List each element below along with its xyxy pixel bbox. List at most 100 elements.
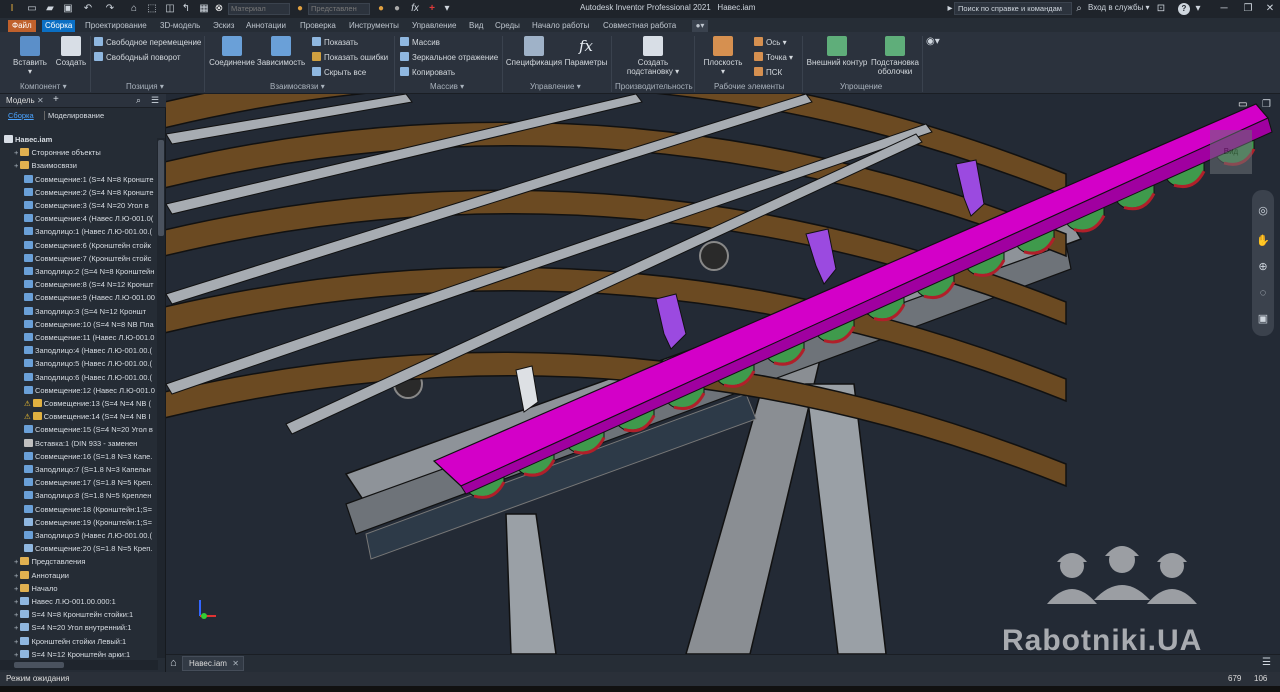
browser-node[interactable]: Совмещение:12 (Навес Л.Ю-001.0 <box>0 384 158 397</box>
browser-node[interactable]: Совмещение:18 (Кронштейн:1;S= <box>0 503 158 516</box>
tab-design[interactable]: Проектирование <box>85 20 147 32</box>
tab-assemble[interactable]: Сборка <box>42 20 76 32</box>
signin-button[interactable]: Вход в службы ▾ <box>1088 3 1150 12</box>
browser-scroll-thumb[interactable] <box>158 140 164 236</box>
tab-environments[interactable]: Среды <box>495 20 520 32</box>
plane-button[interactable]: Плоскость ▾ <box>700 36 746 76</box>
home-tab-icon[interactable]: ⌂ <box>170 657 177 669</box>
browser-node[interactable]: ⚠ Совмещение:13 (S=4 N=4 NB ( <box>0 397 158 410</box>
group-relationships[interactable]: Взаимосвязи ▾ <box>270 82 325 91</box>
ribbon-options-icon[interactable]: ◉▾ <box>926 36 940 48</box>
document-tab-close-icon[interactable]: ✕ <box>232 657 239 670</box>
hide-all-button[interactable]: Скрыть все <box>312 67 366 78</box>
save-icon[interactable]: ▣ <box>62 3 74 15</box>
minimize-icon[interactable]: ─ <box>1218 3 1230 15</box>
steering-wheel-icon[interactable]: ◎ <box>1254 202 1272 220</box>
group-work-features[interactable]: Рабочие элементы <box>714 82 785 91</box>
browser-node[interactable]: Совмещение:11 (Навес Л.Ю-001.0 <box>0 331 158 344</box>
browser-add-tab-button[interactable]: + <box>53 94 59 105</box>
joint-button[interactable]: Соединение <box>208 36 256 67</box>
tab-view[interactable]: Вид <box>469 20 483 32</box>
tile-windows-icon[interactable]: ☰ <box>1262 657 1271 668</box>
browser-node[interactable]: Вставка:1 (DIN 933 - заменен <box>0 437 158 450</box>
browser-node[interactable]: + Представления <box>0 555 158 568</box>
group-component[interactable]: Компонент ▾ <box>20 82 67 91</box>
tab-sketch[interactable]: Эскиз <box>213 20 234 32</box>
tab-get-started[interactable]: Начало работы <box>532 20 589 32</box>
new-file-icon[interactable]: ▭ <box>26 3 38 15</box>
tab-manage[interactable]: Управление <box>412 20 456 32</box>
browser-hscrollbar[interactable] <box>0 660 158 670</box>
view-cube[interactable]: Вид <box>1210 130 1252 174</box>
group-productivity[interactable]: Производительность <box>615 82 693 91</box>
browser-node[interactable]: Совмещение:3 (S=4 N=20 Угол в <box>0 199 158 212</box>
pan-icon[interactable]: ✋ <box>1254 232 1272 250</box>
fx-icon[interactable]: fx <box>409 3 421 15</box>
browser-node[interactable]: Заподлицо:4 (Навес Л.Ю-001.00.( <box>0 344 158 357</box>
browser-node[interactable]: Заподлицо:9 (Навес Л.Ю-001.00.( <box>0 529 158 542</box>
tab-annotate[interactable]: Аннотации <box>246 20 286 32</box>
browser-node[interactable]: ⚠ Совмещение:14 (S=4 N=4 NB I <box>0 410 158 423</box>
tab-collaborate[interactable]: Совместная работа <box>603 20 676 32</box>
look-at-icon[interactable]: ▣ <box>1254 310 1272 328</box>
return-icon[interactable]: ↰ <box>180 3 192 15</box>
browser-node[interactable]: Совмещение:16 (S=1.8 N=3 Капе. <box>0 450 158 463</box>
help-search-input[interactable]: Поиск по справке и командам <box>954 2 1072 15</box>
insert-button[interactable]: Вставить ▾ <box>10 36 50 76</box>
tab-3d-model[interactable]: 3D-модель <box>160 20 200 32</box>
browser-node[interactable]: Совмещение:20 (S=1.8 N=5 Креп. <box>0 542 158 555</box>
tab-tools[interactable]: Инструменты <box>349 20 399 32</box>
axis-button[interactable]: Ось ▾ <box>754 37 787 48</box>
browser-node[interactable]: Совмещение:10 (S=4 N=8 NB Пла <box>0 318 158 331</box>
browser-node[interactable]: + S=4 N=20 Угол внутренний:1 <box>0 621 158 634</box>
browser-node[interactable]: + S=4 N=12 Кронштейн арки:1 <box>0 648 158 661</box>
browser-node[interactable]: Совмещение:8 (S=4 N=12 Кроншт <box>0 278 158 291</box>
document-tab[interactable]: Навес.iam ✕ <box>182 656 244 671</box>
subtab-assembly[interactable]: Сборка <box>8 111 34 120</box>
browser-node[interactable]: + Кронштейн стойки Левый:1 <box>0 635 158 648</box>
pattern-button[interactable]: Массив <box>400 37 440 48</box>
browser-node[interactable]: + Сторонние объекты <box>0 146 158 159</box>
free-rotate-button[interactable]: Свободный поворот <box>94 52 181 63</box>
browser-node[interactable]: + Навес Л.Ю-001.00.000:1 <box>0 595 158 608</box>
group-position[interactable]: Позиция ▾ <box>126 82 164 91</box>
browser-node[interactable]: Совмещение:6 (Кронштейн стойк <box>0 239 158 252</box>
show-button[interactable]: Показать <box>312 37 358 48</box>
qat-menu-icon[interactable]: ▾ <box>441 3 453 15</box>
browser-node[interactable]: + S=4 N=8 Кронштейн стойки:1 <box>0 608 158 621</box>
browser-node[interactable]: Заподлицо:6 (Навес Л.Ю-001.00.( <box>0 371 158 384</box>
browser-node[interactable]: Совмещение:19 (Кронштейн:1;S= <box>0 516 158 529</box>
zoom-icon[interactable]: ⊕ <box>1254 258 1272 276</box>
group-pattern[interactable]: Массив ▾ <box>430 82 464 91</box>
material-dropdown[interactable]: Материал <box>228 3 290 15</box>
shrinkwrap-button[interactable]: Внешний контур <box>805 36 869 67</box>
tab-file[interactable]: Файл <box>8 20 36 32</box>
copy-button[interactable]: Копировать <box>400 67 455 78</box>
browser-node[interactable]: Заподлицо:5 (Навес Л.Ю-001.00.( <box>0 357 158 370</box>
tab-inspect[interactable]: Проверка <box>300 20 336 32</box>
create-substitute-button[interactable]: Создать подстановку ▾ <box>622 36 684 76</box>
browser-tab-model[interactable]: Модель <box>6 96 35 105</box>
browser-node[interactable]: + Взаимосвязи <box>0 159 158 172</box>
help-icon[interactable]: ? <box>1178 3 1190 15</box>
browser-node[interactable]: Совмещение:15 (S=4 N=20 Угол в <box>0 423 158 436</box>
create-button[interactable]: Создать <box>54 36 88 67</box>
open-file-icon[interactable]: ▰ <box>44 3 56 15</box>
browser-node[interactable]: Заподлицо:3 (S=4 N=12 Кроншт <box>0 305 158 318</box>
mirror-button[interactable]: Зеркальное отражение <box>400 52 498 63</box>
browser-node[interactable]: Заподлицо:8 (S=1.8 N=5 Креплен <box>0 489 158 502</box>
color-sphere-icon[interactable]: ● <box>375 3 387 15</box>
free-move-button[interactable]: Свободное перемещение <box>94 37 201 48</box>
show-errors-button[interactable]: Показать ошибки <box>312 52 388 63</box>
browser-node[interactable]: Навес.iam <box>0 133 158 146</box>
select-icon[interactable]: ⬚ <box>146 3 158 15</box>
ucs-button[interactable]: ПСК <box>754 67 782 78</box>
constrain-button[interactable]: Зависимость <box>256 36 306 67</box>
subtab-modeling[interactable]: Моделирование <box>44 111 104 120</box>
parameters-button[interactable]: fx Параметры <box>563 36 609 67</box>
browser-node[interactable]: Совмещение:4 (Навес Л.Ю-001.0( <box>0 212 158 225</box>
view-home-icon[interactable]: ▭ <box>1238 99 1247 110</box>
tab-overflow-icon[interactable]: ●▾ <box>692 20 708 32</box>
browser-node[interactable]: Заподлицо:7 (S=1.8 N=3 Капельн <box>0 463 158 476</box>
inventor-logo-icon[interactable]: I <box>6 3 18 15</box>
